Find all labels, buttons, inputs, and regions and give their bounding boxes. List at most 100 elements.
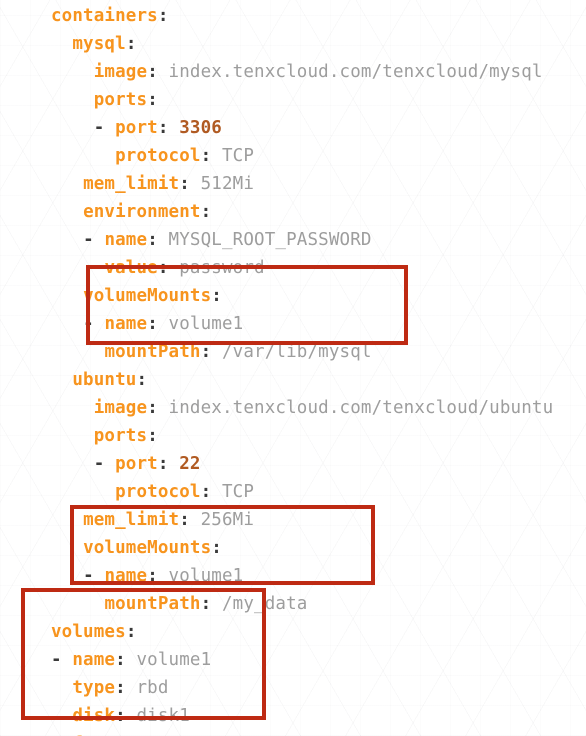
yaml-colon: :: [211, 538, 222, 558]
yaml-value: rbd: [125, 678, 169, 698]
yaml-value: TCP: [211, 146, 255, 166]
yaml-value: 256Mi: [189, 510, 255, 530]
yaml-key: mountPath: [104, 594, 201, 614]
yaml-value: 22: [168, 454, 201, 474]
yaml-key: protocol: [115, 482, 201, 502]
yaml-value: index.tenxcloud.com/tenxcloud/ubuntu: [157, 398, 554, 418]
yaml-key: image: [93, 62, 148, 82]
yaml-key: type: [72, 678, 116, 698]
yaml-colon: :: [115, 706, 126, 726]
code-line: mysql:: [0, 30, 586, 58]
yaml-colon: :: [125, 622, 137, 642]
code-line: volumes:: [0, 618, 586, 646]
code-line: ubuntu:: [0, 366, 586, 394]
yaml-colon: :: [125, 34, 137, 54]
yaml-colon: :: [200, 594, 212, 614]
yaml-colon: :: [147, 426, 158, 446]
yaml-key: name: [104, 230, 148, 250]
yaml-key: mountPath: [104, 342, 201, 362]
yaml-value: 512Mi: [189, 174, 255, 194]
yaml-key: containers: [51, 6, 158, 26]
code-line: volumeMounts:: [0, 282, 586, 310]
screenshot-canvas: containers: mysql: image: index.tenxclou…: [0, 0, 586, 736]
code-line: environment:: [0, 198, 586, 226]
yaml-colon: :: [157, 118, 169, 138]
list-dash: -: [93, 118, 116, 138]
yaml-value: password: [168, 258, 265, 278]
yaml-colon: :: [200, 146, 212, 166]
yaml-value: volume1: [157, 566, 244, 586]
list-dash: -: [83, 314, 105, 334]
code-line: protocol: TCP: [0, 142, 586, 170]
yaml-colon: :: [136, 370, 148, 390]
yaml-colon: :: [115, 650, 126, 670]
yaml-value: volume1: [157, 314, 244, 334]
code-line: - port: 22: [0, 450, 586, 478]
yaml-code-block: containers: mysql: image: index.tenxclou…: [0, 0, 586, 736]
yaml-colon: :: [147, 398, 158, 418]
yaml-key: name: [72, 650, 116, 670]
yaml-colon: :: [200, 342, 212, 362]
yaml-key: value: [104, 258, 158, 278]
code-line: volumeMounts:: [0, 534, 586, 562]
code-line: value: password: [0, 254, 586, 282]
yaml-key: volumeMounts: [83, 538, 212, 558]
yaml-key: environment: [83, 202, 201, 222]
list-dash: -: [93, 454, 116, 474]
code-line: - name: volume1: [0, 562, 586, 590]
yaml-colon: :: [147, 90, 158, 110]
yaml-colon: :: [179, 174, 190, 194]
yaml-key: volumeMounts: [83, 286, 212, 306]
code-line: mountPath: /my_data: [0, 590, 586, 618]
yaml-value: /var/lib/mysql: [211, 342, 372, 362]
yaml-colon: :: [211, 286, 222, 306]
yaml-key: ports: [93, 426, 148, 446]
list-dash: -: [51, 650, 73, 670]
code-line: - name: MYSQL_ROOT_PASSWORD: [0, 226, 586, 254]
code-line: mountPath: /var/lib/mysql: [0, 338, 586, 366]
yaml-colon: :: [147, 62, 158, 82]
code-line: type: rbd: [0, 674, 586, 702]
yaml-colon: :: [200, 202, 212, 222]
code-line: ports:: [0, 422, 586, 450]
yaml-key: mysql: [72, 34, 126, 54]
yaml-key: name: [104, 566, 148, 586]
yaml-value: TCP: [211, 482, 255, 502]
yaml-value: disk1: [125, 706, 190, 726]
yaml-key: port: [115, 118, 158, 138]
code-line: - name: volume1: [0, 646, 586, 674]
yaml-key: protocol: [115, 146, 201, 166]
yaml-colon: :: [147, 314, 158, 334]
yaml-value: 3306: [168, 118, 222, 138]
code-line: mem_limit: 256Mi: [0, 506, 586, 534]
yaml-colon: :: [115, 678, 126, 698]
yaml-key: mem_limit: [83, 510, 180, 530]
code-line: - port: 3306: [0, 114, 586, 142]
code-line: - name: volume1: [0, 310, 586, 338]
yaml-value: /my_data: [211, 594, 308, 614]
yaml-key: name: [104, 314, 148, 334]
code-line: image: index.tenxcloud.com/tenxcloud/mys…: [0, 58, 586, 86]
yaml-key: ports: [93, 90, 148, 110]
yaml-colon: :: [179, 510, 190, 530]
yaml-key: port: [115, 454, 158, 474]
yaml-value: index.tenxcloud.com/tenxcloud/mysql: [157, 62, 543, 82]
yaml-colon: :: [157, 258, 169, 278]
